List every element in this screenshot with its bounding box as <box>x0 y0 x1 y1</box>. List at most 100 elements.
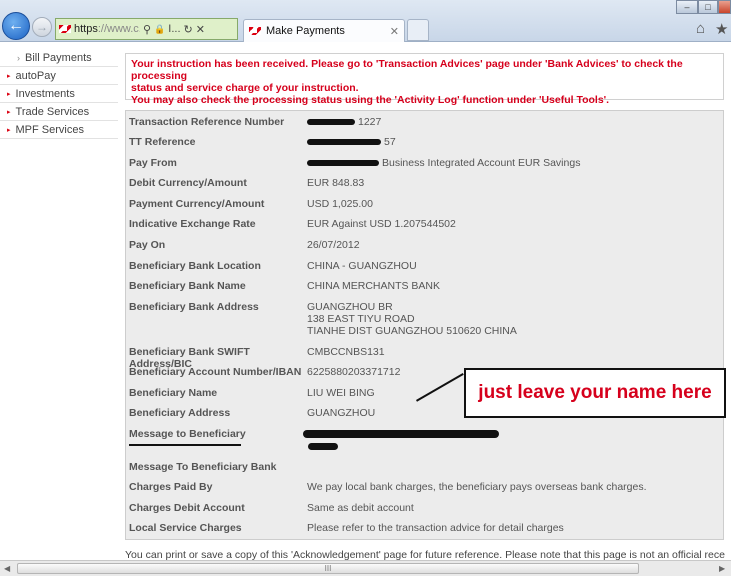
detail-row-beneficiary-name: Beneficiary Name LIU WEI BING <box>129 387 375 399</box>
confirmation-message: Your instruction has been received. Plea… <box>125 53 724 106</box>
hsbc-favicon-icon <box>59 25 71 33</box>
detail-label: Beneficiary Address <box>129 407 231 419</box>
annotation-callout: just leave your name here <box>464 368 726 418</box>
annotation-underline <box>129 444 241 446</box>
close-icon[interactable]: ✕ <box>390 25 399 38</box>
forward-button[interactable]: → <box>32 17 52 37</box>
detail-label: Payment Currency/Amount <box>129 198 265 210</box>
sidebar-item-label: Trade Services <box>15 105 90 118</box>
new-tab-button[interactable] <box>407 19 429 41</box>
address-line: TIANHE DIST GUANGZHOU 510620 CHINA <box>307 325 517 337</box>
message-line: Your instruction has been received. Plea… <box>131 58 683 82</box>
sidebar-item-label: autoPay <box>15 69 56 82</box>
scrollbar-thumb[interactable]: III <box>17 563 639 574</box>
detail-label: Debit Currency/Amount <box>129 177 247 189</box>
bullet-icon: ▸ <box>7 90 11 98</box>
sidebar: › Bill Payments ▸ autoPay ▸ Investments … <box>0 49 118 139</box>
detail-value: GUANGZHOU <box>307 407 376 419</box>
refresh-icon[interactable]: ↻ <box>184 23 193 36</box>
detail-value: CHINA MERCHANTS BANK <box>307 280 441 292</box>
address-line: GUANGZHOU BR <box>307 301 393 313</box>
address-bar[interactable]: https://www.c... ⚲ 🔒 I... ↻ ✕ <box>55 18 238 40</box>
maximize-button[interactable]: □ <box>698 0 718 14</box>
detail-value: Business Integrated Account EUR Savings <box>307 157 580 169</box>
sidebar-item-autopay[interactable]: ▸ autoPay <box>0 67 118 85</box>
sidebar-item-bill-payments[interactable]: › Bill Payments <box>0 49 118 67</box>
callout-text: just leave your name here <box>478 382 712 403</box>
detail-label: Charges Paid By <box>129 481 213 493</box>
detail-value: USD 1,025.00 <box>307 198 373 210</box>
grip-icon: III <box>324 564 332 573</box>
detail-label: TT Reference <box>129 136 196 148</box>
message-line: You may also check the processing status… <box>131 94 610 106</box>
redaction-mark <box>307 139 381 146</box>
detail-row-exchange-rate: Indicative Exchange Rate EUR Against USD… <box>129 218 456 230</box>
address-line: 138 EAST TIYU ROAD <box>307 313 415 325</box>
address-url[interactable]: https://www.c... <box>74 23 140 35</box>
chevron-right-icon: › <box>17 52 20 63</box>
detail-value: EUR Against USD 1.207544502 <box>307 218 456 230</box>
detail-row-transaction-reference: Transaction Reference Number 1227 <box>129 116 381 128</box>
detail-row-charges-paid-by: Charges Paid By We pay local bank charge… <box>129 481 647 493</box>
detail-row-message-to-bank: Message To Beneficiary Bank <box>129 461 307 473</box>
favorites-star-icon[interactable]: ★ <box>715 20 728 38</box>
lock-icon[interactable]: 🔒 <box>154 24 165 35</box>
detail-value: 1227 <box>307 116 381 128</box>
sidebar-item-label: MPF Services <box>15 123 84 136</box>
detail-row-pay-on: Pay On 26/07/2012 <box>129 239 360 251</box>
stop-icon[interactable]: ✕ <box>196 23 205 36</box>
redaction-mark <box>307 119 355 126</box>
message-line: status and service charge of your instru… <box>131 82 359 94</box>
identity-label[interactable]: I... <box>168 23 180 35</box>
redaction-mark <box>303 430 499 438</box>
sidebar-item-label: Bill Payments <box>25 51 92 64</box>
detail-row-payment-currency: Payment Currency/Amount USD 1,025.00 <box>129 198 373 210</box>
detail-label: Message To Beneficiary Bank <box>129 461 277 473</box>
detail-row-debit-currency: Debit Currency/Amount EUR 848.83 <box>129 177 364 189</box>
tab-title: Make Payments <box>266 25 345 37</box>
close-window-button[interactable] <box>718 0 731 14</box>
detail-label: Pay On <box>129 239 166 251</box>
detail-row-message-to-beneficiary: Message to Beneficiary <box>129 428 307 440</box>
detail-value: LIU WEI BING <box>307 387 375 399</box>
arrow-right-icon: → <box>36 20 48 34</box>
home-icon[interactable]: ⌂ <box>696 20 705 37</box>
back-button[interactable]: ← <box>2 12 30 40</box>
detail-value: 26/07/2012 <box>307 239 360 251</box>
scroll-right-icon[interactable]: ▶ <box>719 564 725 573</box>
detail-label: Beneficiary Bank Address <box>129 301 259 313</box>
sidebar-item-trade-services[interactable]: ▸ Trade Services <box>0 103 118 121</box>
detail-row-charges-debit-account: Charges Debit Account Same as debit acco… <box>129 502 414 514</box>
tab-make-payments[interactable]: Make Payments ✕ <box>243 19 405 42</box>
sidebar-item-mpf-services[interactable]: ▸ MPF Services <box>0 121 118 139</box>
sidebar-item-investments[interactable]: ▸ Investments <box>0 85 118 103</box>
detail-row-bank-address: Beneficiary Bank Address GUANGZHOU BR 13… <box>129 301 517 337</box>
bullet-icon: ▸ <box>7 72 11 80</box>
payment-details-panel: Transaction Reference Number 1227 TT Ref… <box>125 110 724 540</box>
detail-label: Charges Debit Account <box>129 502 245 514</box>
detail-value: EUR 848.83 <box>307 177 365 189</box>
scroll-left-icon[interactable]: ◀ <box>4 564 10 573</box>
detail-label: Local Service Charges <box>129 522 242 534</box>
search-icon[interactable]: ⚲ <box>143 23 151 36</box>
minimize-button[interactable]: – <box>676 0 698 14</box>
detail-row-tt-reference: TT Reference 57 <box>129 136 396 148</box>
browser-toolbar: – □ ← → https://www.c... ⚲ 🔒 I... ↻ ✕ Ma… <box>0 0 731 42</box>
horizontal-scrollbar[interactable]: ◀ III ▶ <box>0 560 731 576</box>
detail-label: Pay From <box>129 157 177 169</box>
detail-row-beneficiary-address: Beneficiary Address GUANGZHOU <box>129 407 375 419</box>
detail-label: Indicative Exchange Rate <box>129 218 256 230</box>
detail-row-account-number: Beneficiary Account Number/IBAN 62258802… <box>129 366 400 378</box>
redaction-mark <box>307 160 379 167</box>
detail-label: Transaction Reference Number <box>129 116 285 128</box>
detail-value: Please refer to the transaction advice f… <box>307 522 564 534</box>
sidebar-item-label: Investments <box>15 87 75 100</box>
detail-label: Beneficiary Bank Location <box>129 260 261 272</box>
detail-label: Beneficiary Name <box>129 387 218 399</box>
detail-row-pay-from: Pay From Business Integrated Account EUR… <box>129 157 580 169</box>
detail-row-bank-location: Beneficiary Bank Location CHINA - GUANGZ… <box>129 260 417 272</box>
redaction-mark <box>308 443 338 450</box>
bullet-icon: ▸ <box>7 108 11 116</box>
detail-value: We pay local bank charges, the beneficia… <box>307 481 647 493</box>
detail-value: 6225880203371712 <box>307 366 401 378</box>
